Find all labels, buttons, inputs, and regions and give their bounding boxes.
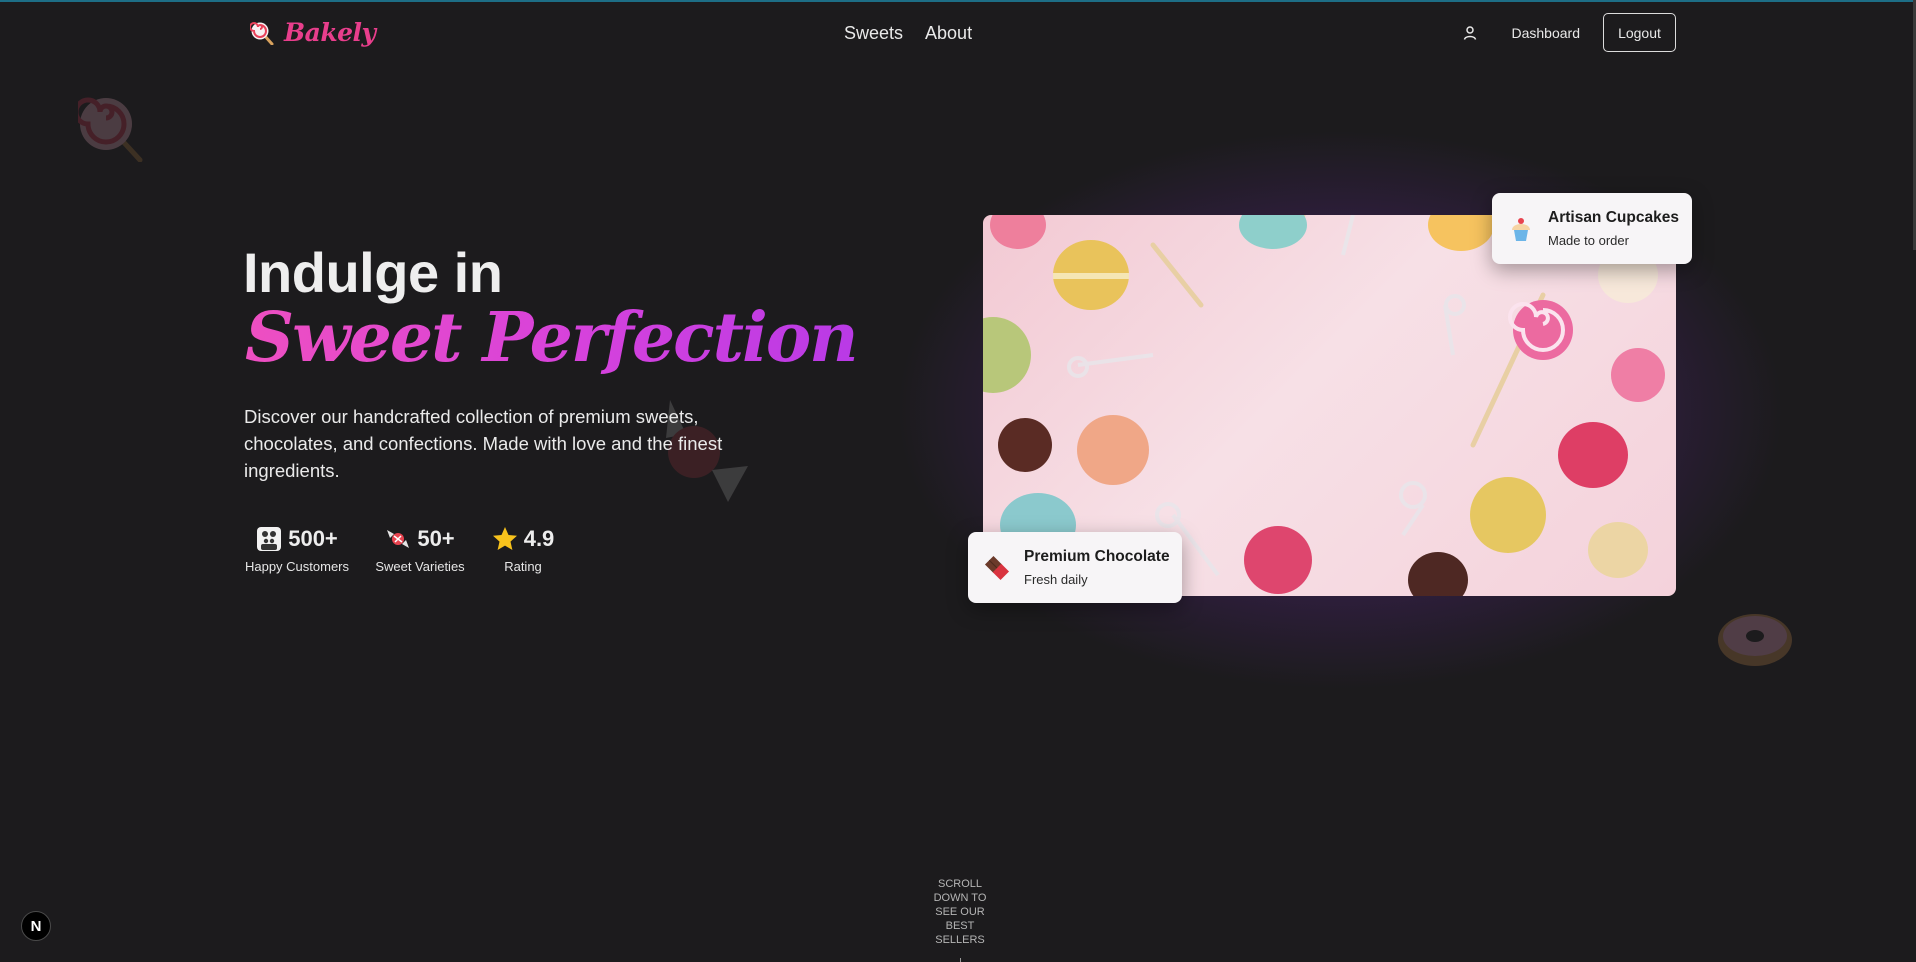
site-header: Bakely Sweets About Dashboard Logout [0, 2, 1916, 64]
stat-value: 4.9 [523, 526, 555, 551]
logout-button[interactable]: Logout [1603, 13, 1676, 52]
decorative-lollipop-icon [78, 97, 143, 162]
main-nav: Sweets About [844, 23, 972, 44]
stat-label: Sweet Varieties [375, 559, 465, 574]
star-icon [492, 527, 517, 550]
stat-happy-customers: 500+ Happy Customers [244, 526, 350, 574]
brand-name: Bakely [284, 18, 376, 47]
scroll-indicator-line [960, 958, 961, 962]
hero-title-line-1: Indulge in [243, 241, 503, 304]
stat-label: Rating [504, 559, 542, 574]
chocolate-bar-icon [984, 555, 1010, 580]
hero-stats: 500+ Happy Customers 50+ Sweet Varieties… [244, 526, 558, 574]
nav-link-sweets[interactable]: Sweets [844, 23, 903, 44]
hero-description: Discover our handcrafted collection of p… [244, 406, 723, 481]
dashboard-link[interactable]: Dashboard [1512, 25, 1581, 41]
dev-tools-badge[interactable]: N [21, 911, 51, 941]
card-title: Premium Chocolate [1024, 548, 1170, 565]
header-actions: Dashboard Logout [1462, 13, 1676, 52]
family-icon [257, 527, 282, 551]
stat-value: 500+ [288, 526, 338, 551]
stat-label: Happy Customers [244, 559, 350, 574]
brand-logo[interactable]: Bakely [250, 18, 376, 47]
scroll-hint: Scroll down to see our best sellers [933, 878, 987, 946]
premium-chocolate-card: Premium Chocolate Fresh daily [968, 532, 1182, 603]
stat-sweet-varieties: 50+ Sweet Varieties [374, 526, 466, 574]
lollipop-icon [250, 21, 274, 45]
card-title: Artisan Cupcakes [1548, 209, 1679, 226]
card-subtitle: Made to order [1548, 233, 1629, 248]
nav-link-about[interactable]: About [925, 23, 972, 44]
card-subtitle: Fresh daily [1024, 572, 1088, 587]
stat-value: 50+ [417, 526, 455, 551]
user-icon[interactable] [1462, 25, 1478, 41]
hero-title-line-2: Sweet Perfection [245, 298, 859, 378]
candy-icon [387, 530, 410, 548]
stat-rating: 4.9 Rating [488, 526, 558, 574]
cupcake-icon [1512, 217, 1530, 241]
artisan-cupcakes-card: Artisan Cupcakes Made to order [1492, 193, 1692, 264]
